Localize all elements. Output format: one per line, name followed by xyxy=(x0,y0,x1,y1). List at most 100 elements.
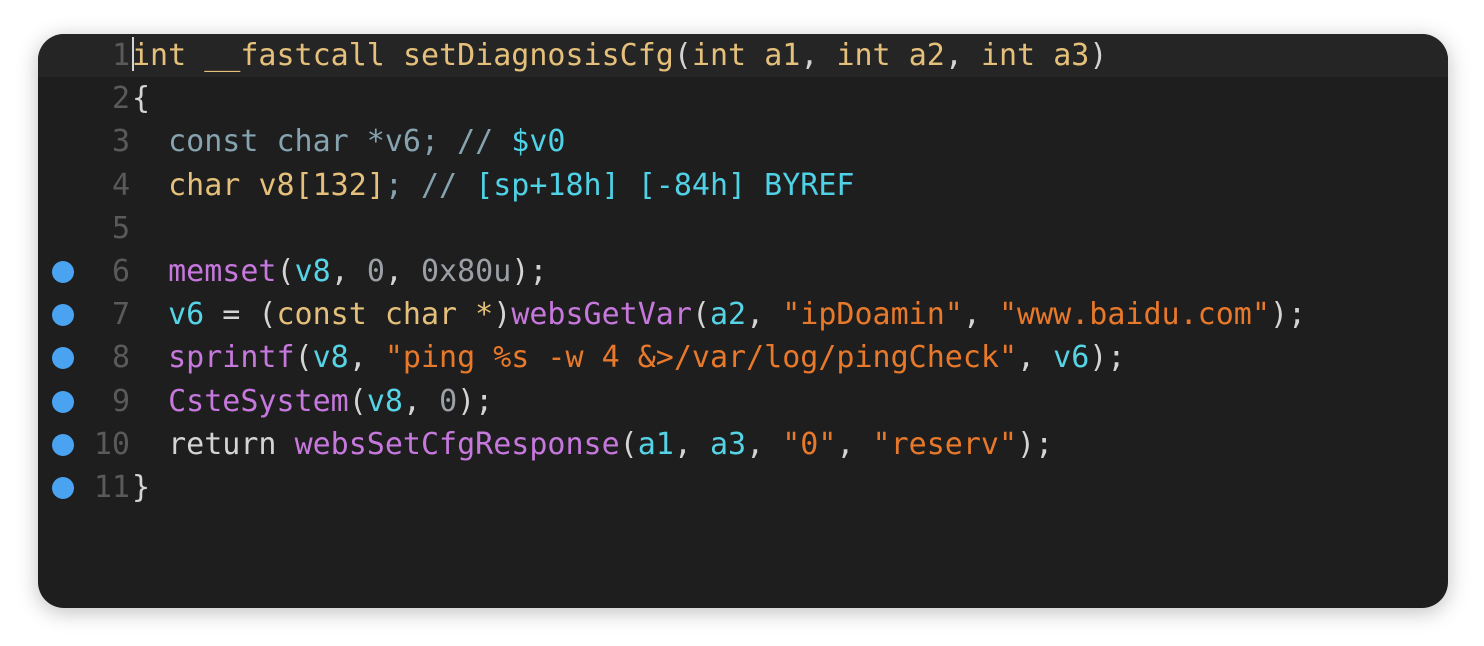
code-token: "www.baidu.com" xyxy=(999,297,1270,333)
code-token: v8 xyxy=(366,383,403,419)
code-token: ); xyxy=(457,383,494,419)
code-text: char v8[132]; // [sp+18h] [-84h] BYREF xyxy=(132,164,854,207)
code-text: { xyxy=(132,77,150,120)
breakpoint-icon[interactable] xyxy=(52,260,74,283)
code-token: , xyxy=(330,253,367,289)
code-token: a3 xyxy=(709,426,747,462)
code-token: , xyxy=(746,297,783,333)
code-token: 0 xyxy=(366,253,385,289)
line-number: 5 xyxy=(111,210,130,246)
code-token: ( xyxy=(276,253,295,289)
code-token: ) xyxy=(493,297,512,333)
code-token: ); xyxy=(1269,297,1307,333)
code-token: , xyxy=(836,426,873,462)
code-token: , xyxy=(348,340,385,376)
code-line[interactable]: 6 memset(v8, 0, 0x80u); xyxy=(38,250,1448,293)
code-line[interactable]: 3 const char *v6; // $v0 xyxy=(38,120,1448,163)
code-line[interactable]: 7 v6 = (const char *)websGetVar(a2, "ipD… xyxy=(38,293,1448,336)
code-editor[interactable]: 1 int __fastcall setDiagnosisCfg( int a1, … xyxy=(38,34,1448,608)
code-line[interactable]: 11} xyxy=(38,466,1448,509)
code-token: ); xyxy=(511,253,548,289)
code-token: memset xyxy=(168,253,277,289)
code-token: "ping %s -w 4 &>/var/log/pingCheck" xyxy=(384,340,1018,376)
code-text: return websSetCfgResponse(a1, a3, "0", "… xyxy=(132,423,1053,466)
code-token: ( xyxy=(294,340,313,376)
code-token: "ipDoamin" xyxy=(782,297,963,333)
code-token: , xyxy=(673,426,710,462)
code-token: __fastcall xyxy=(204,38,385,73)
line-number: 9 xyxy=(111,383,130,419)
code-token: v8 xyxy=(258,167,295,203)
code-token: $v0 xyxy=(511,124,566,160)
code-token: v8 xyxy=(294,253,331,289)
code-token: ); xyxy=(1089,340,1126,376)
code-text: } xyxy=(132,466,150,509)
code-token: "reserv" xyxy=(872,426,1018,462)
code-token: , xyxy=(962,297,999,333)
code-token: int xyxy=(980,38,1036,73)
code-line[interactable]: 9 CsteSystem(v8, 0); xyxy=(38,380,1448,423)
code-token: a2 xyxy=(710,297,747,333)
code-token: , xyxy=(944,38,981,73)
code-token: a1 xyxy=(637,426,674,462)
line-number: 11 xyxy=(93,469,130,505)
line-number: 3 xyxy=(111,124,130,160)
line-number: 8 xyxy=(111,340,130,376)
code-text: int __fastcall setDiagnosisCfg( int a1, i… xyxy=(132,34,1107,77)
code-token: [132] xyxy=(294,167,385,203)
code-line[interactable]: 1 int __fastcall setDiagnosisCfg( int a1, … xyxy=(38,34,1448,78)
breakpoint-icon[interactable] xyxy=(52,304,74,327)
code-token: { xyxy=(132,81,151,117)
breakpoint-icon[interactable] xyxy=(52,433,74,456)
code-text: memset(v8, 0, 0x80u); xyxy=(132,250,547,293)
code-line[interactable]: 8 sprintf(v8, "ping %s -w 4 &>/var/log/p… xyxy=(38,336,1448,379)
code-line[interactable]: 10 return websSetCfgResponse(a1, a3, "0"… xyxy=(38,423,1448,466)
code-token: , xyxy=(1017,340,1054,376)
code-token: ( xyxy=(348,383,367,419)
code-token: 0 xyxy=(439,383,458,419)
code-token: setDiagnosisCfg xyxy=(402,38,674,73)
code-token: a2 xyxy=(908,38,945,73)
code-token: a1 xyxy=(764,38,801,73)
code-line[interactable]: 4 char v8[132]; // [sp+18h] [-84h] BYREF xyxy=(38,164,1448,207)
code-token: int xyxy=(132,38,187,73)
code-token: CsteSystem xyxy=(168,383,349,419)
code-token: , xyxy=(384,253,421,289)
code-token: v6 xyxy=(1053,340,1090,376)
breakpoint-icon[interactable] xyxy=(52,347,74,370)
line-number: 4 xyxy=(111,167,130,203)
code-token: = ( xyxy=(204,297,277,333)
breakpoint-icon[interactable] xyxy=(52,390,74,413)
line-number: 10 xyxy=(93,426,130,462)
line-number: 2 xyxy=(111,81,130,117)
code-token: ( xyxy=(673,38,692,73)
line-number: 1 xyxy=(111,38,130,73)
code-text: sprintf(v8, "ping %s -w 4 &>/var/log/pin… xyxy=(132,336,1125,379)
code-token: , xyxy=(746,426,783,462)
code-token: const char *v6; // xyxy=(168,124,512,160)
code-token: , xyxy=(800,38,837,73)
code-token: , xyxy=(402,383,440,419)
code-token: ); xyxy=(1017,426,1054,462)
breakpoint-icon[interactable] xyxy=(52,476,74,499)
code-line[interactable]: 2{ xyxy=(38,77,1448,120)
code-token: sprintf xyxy=(168,340,295,376)
code-token: ( xyxy=(691,297,710,333)
code-token: websSetCfgResponse xyxy=(294,426,620,462)
code-token: websGetVar xyxy=(511,297,692,333)
line-number: 7 xyxy=(111,297,130,333)
code-line[interactable]: 5 xyxy=(38,207,1448,250)
code-area[interactable]: 1 int __fastcall setDiagnosisCfg( int a1, … xyxy=(38,34,1448,509)
code-token: ( xyxy=(619,426,638,462)
code-token: int xyxy=(836,38,891,73)
